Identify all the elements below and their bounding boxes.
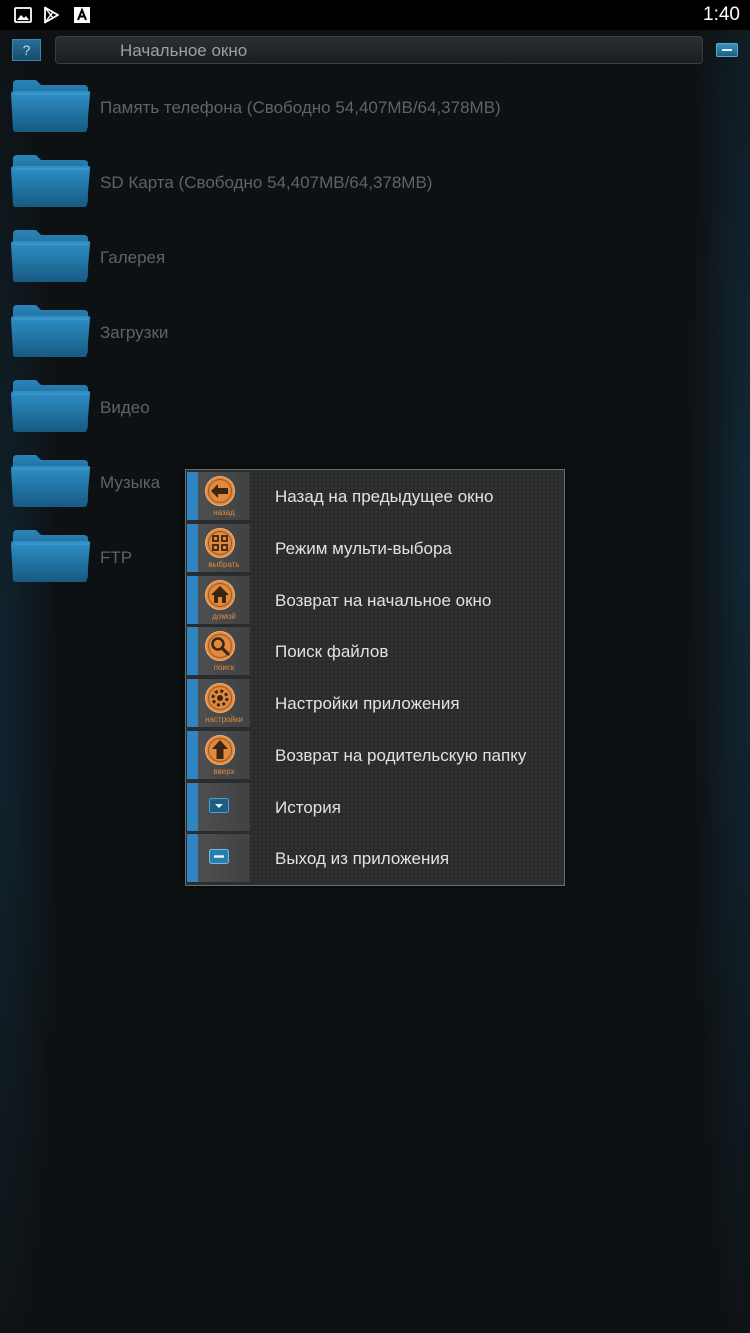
folder-label: Загрузки <box>100 323 169 342</box>
menu-item-label: Возврат на родительскую папку <box>275 745 527 765</box>
status-bar: 1:40 <box>0 0 750 30</box>
folder-item-4[interactable]: Видео <box>0 370 750 445</box>
folder-icon <box>11 455 91 507</box>
menu-icon-cell: назад <box>187 472 250 521</box>
multi-select-icon <box>204 527 236 559</box>
menu-icon-caption: домой <box>212 611 236 621</box>
menu-item-назад[interactable]: назад Назад на предыдущее окно <box>186 470 564 522</box>
folder-icon <box>11 80 91 132</box>
menu-item-chevron-down[interactable]: История <box>186 781 564 833</box>
menu-icon-caption: выбрать <box>208 559 240 569</box>
screen: 1:40 ? Начальное окно Память телефона (С… <box>0 0 750 1333</box>
menu-item-label: Режим мульти-выбора <box>275 538 452 558</box>
menu-item-label: Назад на предыдущее окно <box>275 487 494 506</box>
menu-item-label: Возврат на начальное окно <box>275 590 492 610</box>
folder-label: Галерея <box>100 248 166 267</box>
menu-icon-caption: назад <box>213 508 235 517</box>
search-icon <box>204 630 236 662</box>
folder-label: Память телефона (Свободно 54,407MB/64,37… <box>100 98 501 117</box>
menu-item-label: Выход из приложения <box>275 849 450 869</box>
folder-label: Музыка <box>100 473 161 492</box>
folder-icon <box>11 155 91 207</box>
menu-icon-cell <box>187 834 250 884</box>
menu-item-label: Настройки приложения <box>275 694 460 713</box>
back-arrow-icon <box>204 475 236 507</box>
menu-item-label: История <box>275 797 341 817</box>
font-icon <box>74 7 90 23</box>
folder-item-0[interactable]: Память телефона (Свободно 54,407MB/64,37… <box>0 70 750 145</box>
title-bar: ? Начальное окно <box>0 32 750 68</box>
folder-icon <box>11 530 91 582</box>
location-title: Начальное окно <box>120 41 248 60</box>
menu-icon-caption: настройки <box>205 715 243 724</box>
menu-item-домой[interactable]: домой Возврат на начальное окно <box>186 574 564 626</box>
menu-item-настройки[interactable]: настройки Настройки приложения <box>186 677 564 729</box>
folder-icon <box>11 380 91 432</box>
menu-item-поиск[interactable]: поиск Поиск файлов <box>186 625 564 677</box>
options-popup-menu: назад Назад на предыдущее окно выбрать Р… <box>185 469 565 886</box>
menu-icon-cell: вверх <box>187 730 250 780</box>
folder-item-3[interactable]: Загрузки <box>0 295 750 370</box>
play-store-icon <box>44 6 59 24</box>
menu-item-minus[interactable]: Выход из приложения <box>186 832 564 884</box>
menu-item-вверх[interactable]: вверх Возврат на родительскую папку <box>186 729 564 781</box>
menu-icon-cell: выбрать <box>187 523 250 573</box>
menu-item-выбрать[interactable]: выбрать Режим мульти-выбора <box>186 522 564 574</box>
menu-icon-caption: поиск <box>213 663 235 673</box>
menu-icon-cell: домой <box>187 575 250 625</box>
menu-item-label: Поиск файлов <box>275 642 389 662</box>
chevron-down-icon <box>209 797 229 813</box>
minus-icon <box>209 849 229 865</box>
menu-icon-cell <box>187 782 250 832</box>
folder-icon <box>11 305 91 357</box>
folder-label: FTP <box>100 548 133 567</box>
location-title-field: Начальное окно <box>55 36 703 64</box>
folder-icon <box>11 230 91 282</box>
folder-item-2[interactable]: Галерея <box>0 220 750 295</box>
folder-label: Видео <box>100 398 150 417</box>
folder-label: SD Карта (Свободно 54,407MB/64,378MB) <box>100 173 433 192</box>
home-icon <box>204 579 236 611</box>
gear-icon <box>204 682 236 714</box>
menu-button[interactable] <box>716 43 738 57</box>
help-button[interactable]: ? <box>12 39 41 61</box>
menu-icon-cell: поиск <box>187 627 250 677</box>
menu-icon-cell: настройки <box>187 679 250 728</box>
folder-item-1[interactable]: SD Карта (Свободно 54,407MB/64,378MB) <box>0 145 750 220</box>
status-time: 1:40 <box>703 4 740 25</box>
image-icon <box>14 7 32 23</box>
menu-icon-caption: вверх <box>213 766 235 776</box>
up-arrow-icon <box>204 734 236 766</box>
